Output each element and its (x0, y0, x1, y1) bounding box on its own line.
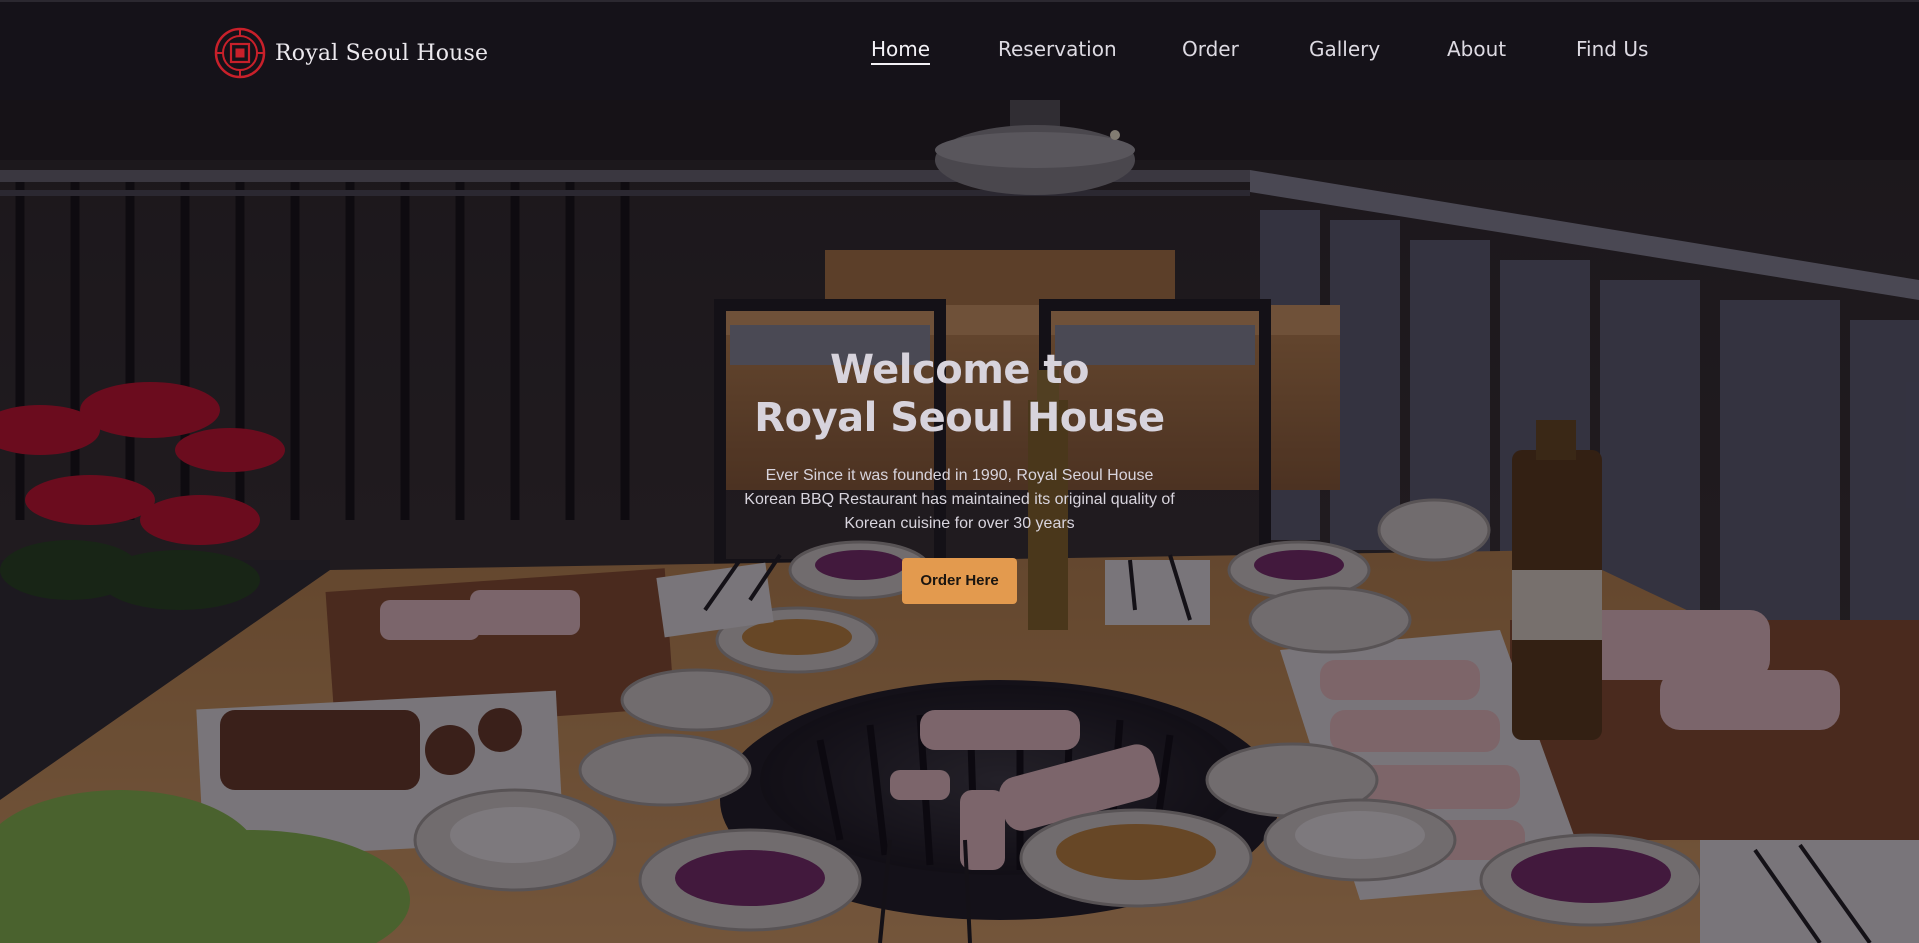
nav-find-us[interactable]: Find Us (1576, 37, 1648, 61)
hero-title-line-1: Welcome to (829, 347, 1090, 393)
hero-section: Welcome to Royal Seoul House Ever Since … (0, 100, 1919, 943)
top-navbar: Royal Seoul House Home Reservation Order… (0, 0, 1919, 100)
nav-home[interactable]: Home (871, 37, 931, 65)
nav-order[interactable]: Order (1182, 37, 1239, 61)
order-here-button[interactable]: Order Here (902, 558, 1017, 604)
main-navigation: Home Reservation Order Gallery About Fin… (0, 37, 1919, 77)
page: Royal Seoul House Home Reservation Order… (0, 0, 1919, 943)
nav-reservation[interactable]: Reservation (998, 37, 1117, 61)
hero-title: Welcome to Royal Seoul House (0, 346, 1919, 442)
nav-gallery[interactable]: Gallery (1309, 37, 1380, 61)
hero-content: Welcome to Royal Seoul House Ever Since … (0, 346, 1919, 604)
nav-about[interactable]: About (1447, 37, 1506, 61)
hero-title-line-2: Royal Seoul House (754, 395, 1165, 441)
hero-description: Ever Since it was founded in 1990, Royal… (744, 467, 1175, 532)
